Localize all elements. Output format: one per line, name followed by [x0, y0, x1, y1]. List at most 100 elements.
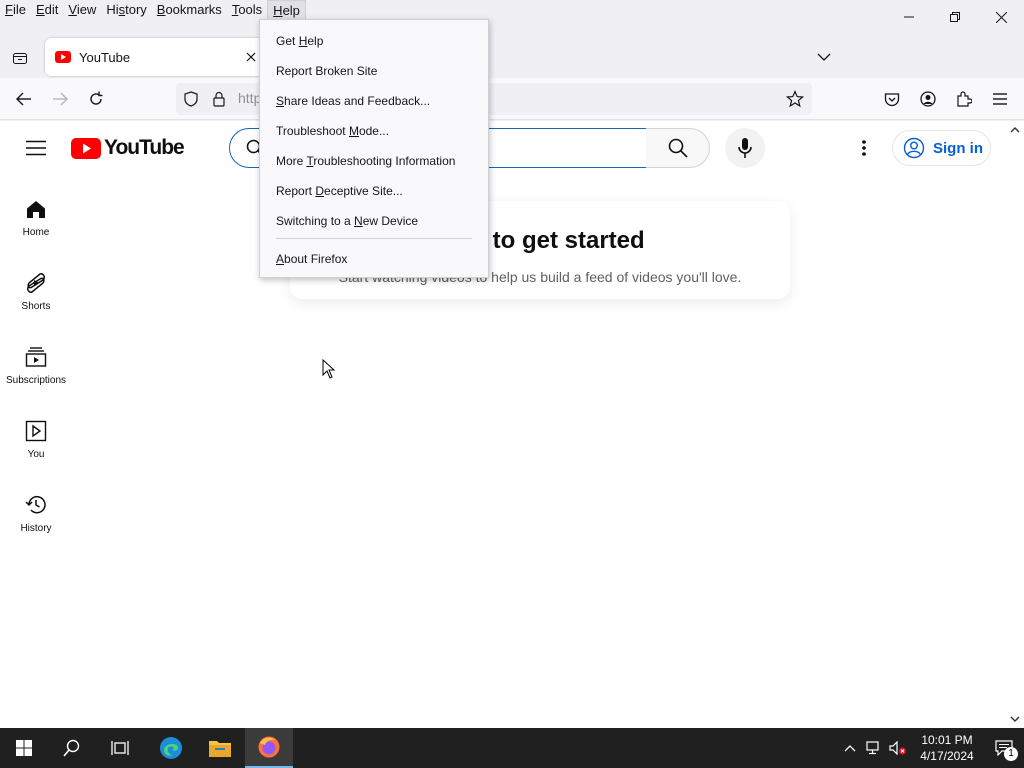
- clock-time: 10:01 PM: [921, 733, 973, 747]
- task-view-button[interactable]: [96, 728, 144, 768]
- minimize-icon: [904, 16, 914, 18]
- sidebar-item-home[interactable]: Home: [0, 183, 72, 249]
- tab-youtube[interactable]: YouTube: [45, 38, 265, 76]
- minimize-button[interactable]: [886, 0, 932, 34]
- firefox-view-button[interactable]: [8, 46, 32, 70]
- volume-button[interactable]: [886, 728, 910, 768]
- sidebar-item-history[interactable]: History: [0, 479, 72, 545]
- tab-title: YouTube: [79, 49, 131, 65]
- you-icon: [24, 419, 48, 443]
- forward-button[interactable]: [46, 86, 74, 112]
- youtube-logo[interactable]: YouTube: [71, 135, 185, 161]
- sidebar-item-shorts[interactable]: Shorts: [0, 257, 72, 323]
- windows-logo-icon: [16, 740, 32, 756]
- sign-in-button[interactable]: Sign in: [892, 130, 991, 166]
- menu-separator: [276, 238, 472, 239]
- menu-bookmarks[interactable]: Bookmarks: [152, 0, 227, 20]
- sidebar-label: Shorts: [21, 301, 51, 312]
- task-view-icon: [111, 741, 129, 755]
- scroll-up-button[interactable]: [1008, 123, 1022, 137]
- account-button[interactable]: [914, 86, 942, 112]
- shorts-icon: [24, 271, 48, 295]
- show-hidden-icons-button[interactable]: [838, 728, 862, 768]
- scroll-down-button[interactable]: [1008, 712, 1022, 726]
- back-button[interactable]: [10, 86, 38, 112]
- home-icon: [24, 197, 48, 221]
- window-controls: [886, 0, 1024, 34]
- close-icon: [246, 52, 256, 62]
- chevron-up-icon: [1010, 127, 1020, 133]
- tab-strip: YouTube: [0, 34, 1024, 78]
- notification-center-button[interactable]: 1: [984, 728, 1024, 768]
- vertical-dots-icon: [862, 140, 866, 156]
- settings-more-button[interactable]: [852, 136, 876, 160]
- search-button[interactable]: [646, 128, 710, 168]
- extensions-button[interactable]: [950, 86, 978, 112]
- clock-date: 4/17/2024: [920, 749, 974, 763]
- edge-taskbar-button[interactable]: [147, 728, 195, 768]
- menu-edit[interactable]: Edit: [31, 0, 63, 20]
- app-menu-button[interactable]: [986, 86, 1014, 112]
- menu-item-troubleshooting-info[interactable]: More Troubleshooting Information: [276, 150, 455, 172]
- bookmark-star-icon[interactable]: [786, 90, 804, 108]
- pocket-button[interactable]: [878, 86, 906, 112]
- menu-help[interactable]: Help: [267, 0, 306, 20]
- reload-icon: [90, 91, 103, 105]
- sidebar-item-subscriptions[interactable]: Subscriptions: [0, 331, 72, 397]
- subscriptions-icon: [24, 345, 48, 369]
- puzzle-piece-icon: [957, 91, 972, 107]
- sidebar-label: You: [27, 449, 45, 460]
- chevron-down-icon: [1010, 716, 1020, 722]
- screen: File Edit View History Bookmarks Tools H…: [0, 0, 1024, 768]
- menu-item-report-deceptive-site[interactable]: Report Deceptive Site...: [276, 180, 403, 202]
- menu-bar: File Edit View History Bookmarks Tools H…: [0, 0, 1024, 20]
- menu-history[interactable]: History: [101, 0, 151, 20]
- youtube-favicon-icon: [55, 49, 71, 65]
- clock[interactable]: 10:01 PM 4/17/2024: [910, 732, 984, 764]
- menu-view[interactable]: View: [63, 0, 101, 20]
- reload-button[interactable]: [82, 86, 110, 112]
- restore-icon: [950, 12, 960, 22]
- menu-file[interactable]: File: [0, 0, 31, 20]
- menu-item-about-firefox[interactable]: About Firefox: [276, 248, 347, 270]
- hamburger-menu-icon: [26, 140, 46, 156]
- menu-item-troubleshoot-mode[interactable]: Troubleshoot Mode...: [276, 120, 389, 142]
- voice-search-button[interactable]: [725, 128, 765, 168]
- search-button[interactable]: [48, 728, 96, 768]
- notification-count-badge: 1: [1004, 747, 1018, 761]
- firefox-icon: [258, 736, 280, 758]
- sidebar-item-you[interactable]: You: [0, 405, 72, 471]
- file-explorer-taskbar-button[interactable]: [196, 728, 244, 768]
- edge-browser-icon: [160, 737, 182, 759]
- tracking-protection-shield-icon: [184, 91, 198, 107]
- hamburger-menu-icon: [993, 93, 1007, 105]
- restore-button[interactable]: [932, 0, 978, 34]
- close-window-button[interactable]: [978, 0, 1024, 34]
- url-text: http: [238, 90, 262, 106]
- start-button[interactable]: [0, 728, 48, 768]
- search-icon: [668, 138, 688, 158]
- pocket-icon: [884, 92, 900, 106]
- firefox-view-icon: [13, 53, 27, 64]
- guide-menu-button[interactable]: [20, 136, 52, 160]
- youtube-play-icon: [71, 137, 101, 159]
- menu-item-report-broken-site[interactable]: Report Broken Site: [276, 60, 377, 82]
- menu-item-share-ideas[interactable]: Share Ideas and Feedback...: [276, 90, 430, 112]
- account-circle-icon: [903, 137, 925, 159]
- volume-muted-icon: [889, 741, 906, 755]
- taskbar: 10:01 PM 4/17/2024 1: [0, 728, 1024, 768]
- menu-item-switch-device[interactable]: Switching to a New Device: [276, 210, 418, 232]
- firefox-taskbar-button[interactable]: [245, 728, 293, 768]
- menu-tools[interactable]: Tools: [227, 0, 267, 20]
- system-tray: 10:01 PM 4/17/2024 1: [838, 728, 1024, 768]
- network-icon: [866, 741, 879, 755]
- sidebar-label: History: [20, 523, 52, 534]
- sign-in-label: Sign in: [933, 139, 983, 157]
- list-all-tabs-button[interactable]: [812, 48, 836, 66]
- menu-item-get-help[interactable]: Get Help: [276, 30, 323, 52]
- youtube-logo-text: YouTube: [104, 136, 185, 159]
- mouse-cursor-icon: [322, 359, 336, 379]
- network-button[interactable]: [862, 728, 886, 768]
- lock-icon: [213, 91, 225, 107]
- sidebar-label: Subscriptions: [5, 375, 67, 386]
